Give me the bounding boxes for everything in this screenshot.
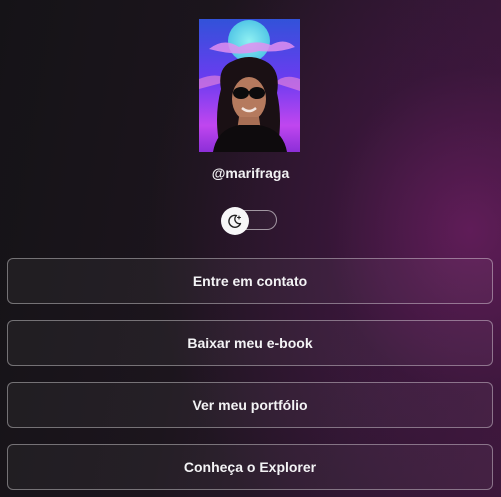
avatar	[199, 19, 300, 152]
explorer-button-label: Conheça o Explorer	[183, 459, 317, 475]
moon-stars-icon	[228, 214, 242, 228]
explorer-button[interactable]: Conheça o Explorer	[7, 444, 493, 490]
contact-button[interactable]: Entre em contato	[7, 258, 493, 304]
contact-button-label: Entre em contato	[192, 273, 308, 289]
ebook-button[interactable]: Baixar meu e-book	[7, 320, 493, 366]
toggle-knob[interactable]	[221, 207, 249, 235]
portfolio-button-label: Ver meu portfólio	[192, 397, 308, 413]
profile-photo	[199, 19, 300, 152]
username: @marifraga	[211, 165, 290, 181]
theme-toggle[interactable]	[221, 207, 278, 235]
portfolio-button[interactable]: Ver meu portfólio	[7, 382, 493, 428]
ebook-button-label: Baixar meu e-book	[187, 335, 313, 351]
